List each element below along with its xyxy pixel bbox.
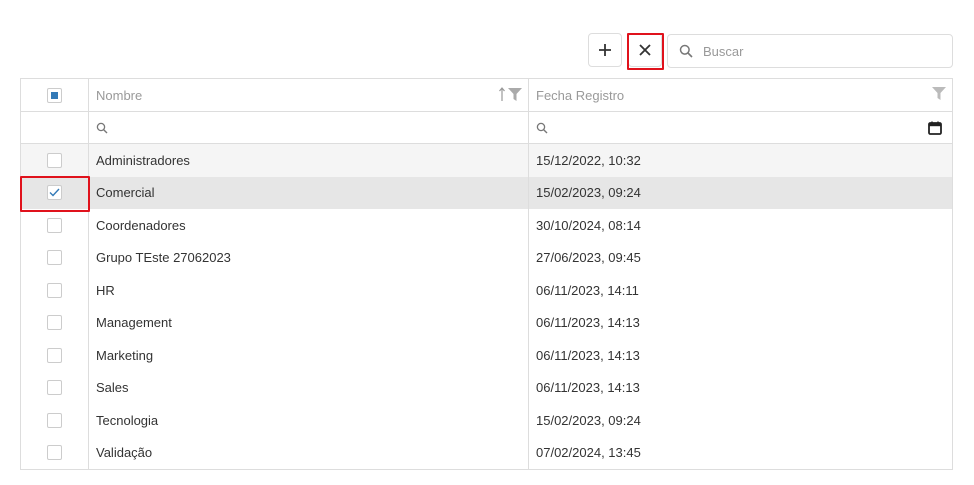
cell-date: 15/12/2022, 10:32 (536, 152, 641, 168)
row-select-cell (21, 306, 89, 339)
search-icon (96, 122, 108, 134)
select-all-checkbox[interactable] (47, 87, 62, 103)
cell-date: 15/02/2023, 09:24 (536, 412, 641, 428)
search-input[interactable] (701, 42, 941, 60)
filter-row-select-cell (21, 112, 89, 143)
delete-button[interactable] (628, 33, 662, 67)
row-select-cell (21, 404, 89, 437)
cell-date: 15/02/2023, 09:24 (536, 185, 641, 201)
cell-date: 06/11/2023, 14:13 (536, 380, 640, 396)
search-icon (536, 122, 548, 134)
table-row-selected[interactable]: Comercial 15/02/2023, 09:24 (21, 176, 952, 209)
column-header-date[interactable]: Fecha Registro (529, 79, 952, 111)
filter-row (21, 112, 952, 144)
row-select-cell (21, 371, 89, 404)
cell-name: Management (89, 306, 529, 339)
row-checkbox[interactable] (47, 315, 62, 331)
row-checkbox-checked[interactable] (47, 185, 62, 201)
table-row[interactable]: Administradores 15/12/2022, 10:32 (21, 144, 952, 177)
row-checkbox[interactable] (47, 347, 62, 363)
table-row[interactable]: Management 06/11/2023, 14:13 (21, 306, 952, 339)
table-row[interactable]: Marketing 06/11/2023, 14:13 (21, 339, 952, 372)
cell-name: Comercial (89, 176, 529, 209)
column-header-date-label: Fecha Registro (536, 87, 625, 103)
plus-icon (599, 44, 611, 56)
row-checkbox[interactable] (47, 152, 62, 168)
row-checkbox[interactable] (47, 282, 62, 298)
cell-date: 06/11/2023, 14:13 (536, 347, 640, 363)
filter-cell-date[interactable] (529, 112, 952, 143)
column-header-name-label: Nombre (96, 87, 143, 103)
row-checkbox[interactable] (47, 217, 62, 233)
data-grid: Nombre Fecha Registro Administradores 15… (20, 78, 953, 470)
search-icon (679, 44, 693, 58)
row-select-cell (21, 339, 89, 372)
cell-name: Administradores (89, 144, 529, 177)
row-select-cell (21, 144, 89, 177)
table-row[interactable]: Coordenadores 30/10/2024, 08:14 (21, 209, 952, 242)
cell-name: Tecnologia (89, 404, 529, 437)
cell-date: 27/06/2023, 09:45 (536, 250, 641, 266)
table-row[interactable]: HR 06/11/2023, 14:11 (21, 274, 952, 307)
row-checkbox[interactable] (47, 380, 62, 396)
table-row[interactable]: Grupo TEste 27062023 27/06/2023, 09:45 (21, 241, 952, 274)
add-button[interactable] (588, 33, 622, 67)
checkmark-icon (49, 188, 60, 197)
row-checkbox[interactable] (47, 250, 62, 266)
filter-icon[interactable] (932, 87, 946, 100)
row-checkbox[interactable] (47, 412, 62, 428)
row-select-cell (21, 241, 89, 274)
table-row[interactable]: Validação 07/02/2024, 13:45 (21, 436, 952, 469)
filter-icon[interactable] (508, 88, 522, 101)
cell-date: 30/10/2024, 08:14 (536, 217, 641, 233)
header-row: Nombre Fecha Registro (21, 79, 952, 112)
cell-date: 06/11/2023, 14:13 (536, 315, 640, 331)
cell-name: Marketing (89, 339, 529, 372)
table-row[interactable]: Tecnologia 15/02/2023, 09:24 (21, 404, 952, 437)
cell-name: Grupo TEste 27062023 (89, 241, 529, 274)
row-select-cell (21, 176, 89, 209)
column-header-name[interactable]: Nombre (89, 79, 529, 111)
cell-date: 07/02/2024, 13:45 (536, 445, 641, 461)
sort-asc-icon[interactable] (499, 87, 505, 102)
cell-date: 06/11/2023, 14:11 (536, 282, 639, 298)
row-checkbox[interactable] (47, 445, 62, 461)
row-select-cell (21, 274, 89, 307)
table-row[interactable]: Sales 06/11/2023, 14:13 (21, 371, 952, 404)
close-icon (639, 44, 651, 56)
row-select-cell (21, 436, 89, 469)
calendar-icon[interactable] (928, 121, 942, 135)
search-field[interactable] (667, 34, 953, 68)
cell-name: Sales (89, 371, 529, 404)
select-all-cell (21, 79, 89, 111)
filter-cell-name[interactable] (89, 112, 529, 143)
cell-name: Validação (89, 436, 529, 469)
row-select-cell (21, 209, 89, 242)
cell-name: Coordenadores (89, 209, 529, 242)
cell-name: HR (89, 274, 529, 307)
